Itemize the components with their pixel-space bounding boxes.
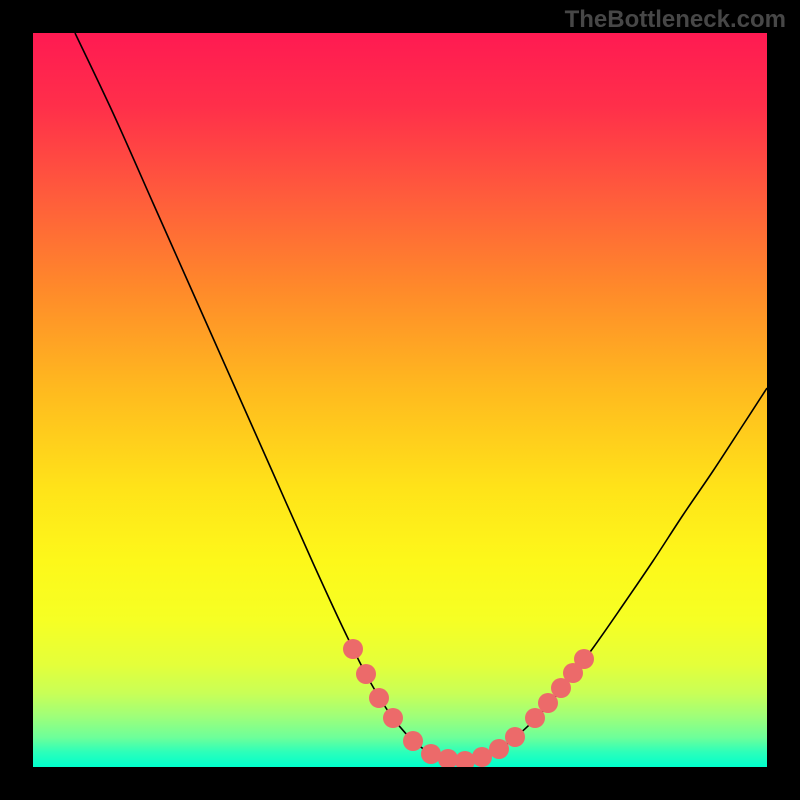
marker-point xyxy=(472,747,492,767)
marker-point xyxy=(403,731,423,751)
plot-area xyxy=(33,33,767,767)
chart-svg xyxy=(33,33,767,767)
marker-point xyxy=(438,749,458,767)
marker-point xyxy=(421,744,441,764)
marker-point xyxy=(343,639,363,659)
marker-point xyxy=(574,649,594,669)
marker-point xyxy=(383,708,403,728)
marker-point xyxy=(356,664,376,684)
curve-markers xyxy=(343,639,594,767)
marker-point xyxy=(505,727,525,747)
watermark-text: TheBottleneck.com xyxy=(565,6,786,34)
marker-point xyxy=(455,751,475,767)
bottleneck-curve xyxy=(75,33,767,761)
marker-point xyxy=(489,739,509,759)
marker-point xyxy=(369,688,389,708)
